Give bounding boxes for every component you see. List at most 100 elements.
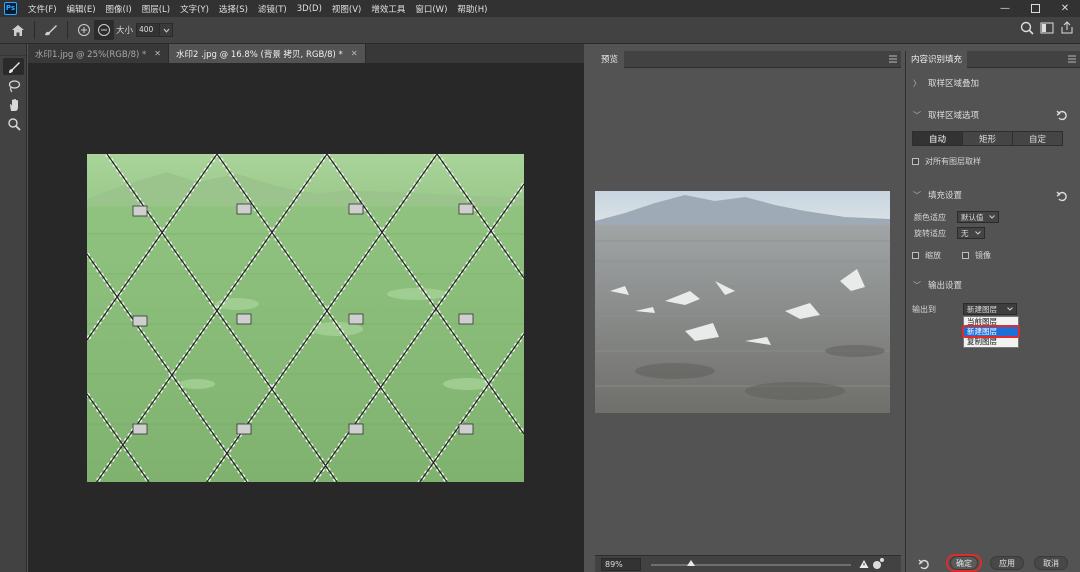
sampling-mode-auto[interactable]: 自动 — [913, 132, 963, 145]
brush-preset-button[interactable] — [41, 20, 61, 40]
zoom-input[interactable]: 89% — [601, 558, 641, 571]
brush-icon — [8, 61, 20, 73]
workspace-icon[interactable] — [1040, 21, 1054, 35]
doc-tab-watermark2[interactable]: 水印2 .jpg @ 16.8% (背景 拷贝, RGB/8) * ✕ — [168, 44, 366, 63]
close-tab-icon[interactable]: ✕ — [154, 49, 161, 58]
photoshop-logo-icon: Ps — [4, 2, 17, 15]
scale-checkbox[interactable] — [912, 252, 919, 259]
sampling-mode-rect[interactable]: 矩形 — [963, 132, 1013, 145]
home-button[interactable] — [8, 20, 28, 40]
rotate-adapt-label: 旋转适应 — [914, 228, 946, 238]
close-window-button[interactable]: ✕ — [1050, 0, 1080, 17]
chevron-down-icon — [1007, 307, 1013, 311]
output-to-dropdown-list: 当前图层 新建图层 复制图层 — [962, 316, 1020, 348]
menu-view[interactable]: 视图(V) — [327, 3, 366, 15]
output-settings-section[interactable]: ﹀ 输出设置 — [906, 279, 962, 292]
add-to-selection-button[interactable] — [74, 20, 94, 40]
menu-layer[interactable]: 图层(L) — [137, 3, 175, 15]
menu-3d[interactable]: 3D(D) — [292, 4, 327, 14]
options-bar: 大小 400 — [0, 17, 1080, 44]
tools-panel — [0, 44, 27, 572]
preview-image[interactable] — [595, 191, 890, 413]
rotate-adapt-select[interactable]: 无 — [957, 227, 985, 239]
size-dropdown[interactable] — [160, 23, 174, 37]
menu-type[interactable]: 文字(Y) — [175, 3, 214, 15]
preview-tab[interactable]: 预览 — [595, 50, 625, 68]
mirror-row[interactable]: 镜像 — [962, 250, 991, 261]
lasso-icon — [8, 79, 20, 92]
share-icon[interactable] — [1060, 21, 1074, 35]
chevron-down-icon: ﹀ — [913, 110, 921, 120]
color-adapt-select[interactable]: 默认值 — [957, 211, 999, 223]
minimize-button[interactable]: — — [990, 0, 1020, 17]
menu-select[interactable]: 选择(S) — [214, 3, 253, 15]
canvas-area[interactable] — [28, 63, 584, 572]
green-overlay-fence-image — [87, 154, 524, 482]
content-aware-fill-panel: 内容识别填充 〉 取样区域叠加 ﹀ 取样区域选项 自动 矩形 自定 对所有图层取… — [905, 50, 1080, 572]
panel-menu-icon[interactable] — [1068, 55, 1076, 63]
menu-edit[interactable]: 编辑(E) — [62, 3, 101, 15]
doc-tab-watermark1[interactable]: 水印1.jpg @ 25%(RGB/8) * ✕ — [28, 44, 169, 63]
color-adapt-label: 颜色适应 — [914, 212, 946, 222]
menu-help[interactable]: 帮助(H) — [452, 3, 492, 15]
reset-fill-icon[interactable] — [1056, 190, 1068, 202]
scale-row[interactable]: 缩放 — [912, 250, 941, 261]
chevron-down-icon: ﹀ — [913, 190, 921, 200]
mudflat-gulls-image — [595, 191, 890, 413]
menu-plugins[interactable]: 增效工具 — [366, 3, 410, 15]
close-tab-icon[interactable]: ✕ — [351, 49, 358, 58]
search-icon[interactable] — [1020, 21, 1034, 35]
chevron-down-icon — [975, 231, 981, 235]
zoom-slider-thumb[interactable] — [687, 560, 695, 566]
size-input[interactable]: 400 — [136, 23, 161, 37]
size-label: 大小 — [116, 26, 134, 36]
reset-sampling-icon[interactable] — [1056, 109, 1068, 121]
sampling-overlay-section[interactable]: 〉 取样区域叠加 — [906, 77, 979, 90]
highlight-annotation — [962, 325, 1020, 338]
cancel-button[interactable]: 取消 — [1034, 556, 1068, 570]
sampling-options-section[interactable]: ﹀ 取样区域选项 — [906, 109, 979, 122]
panel-button-row: 确定 应用 取消 — [906, 554, 1080, 572]
menu-image[interactable]: 图像(I) — [101, 3, 137, 15]
content-aware-fill-tab[interactable]: 内容识别填充 — [906, 50, 968, 68]
preview-panel-header: 预览 — [595, 50, 901, 68]
sampling-brush-tool[interactable] — [3, 58, 24, 75]
preview-panel: 预览 89% — [595, 50, 901, 572]
subtract-from-selection-button[interactable] — [94, 20, 114, 40]
lasso-tool[interactable] — [3, 77, 24, 94]
warning-icon — [859, 560, 869, 568]
menu-file[interactable]: 文件(F) — [23, 3, 62, 15]
chevron-right-icon: 〉 — [913, 78, 921, 88]
preview-footer: 89% — [595, 555, 901, 572]
doc-tab-label: 水印1.jpg @ 25%(RGB/8) * — [35, 49, 147, 60]
menu-window[interactable]: 窗口(W) — [410, 3, 452, 15]
sample-all-layers-checkbox[interactable] — [912, 158, 919, 165]
toolbar-grip[interactable] — [0, 44, 26, 56]
mirror-checkbox[interactable] — [962, 252, 969, 259]
output-option-duplicate-layer[interactable]: 复制图层 — [964, 337, 1018, 347]
home-icon — [12, 24, 24, 36]
hand-icon — [9, 98, 18, 111]
color-adapt-row: 颜色适应 默认值 — [914, 211, 999, 223]
sample-all-layers-row[interactable]: 对所有图层取样 — [912, 156, 981, 167]
zoom-tool[interactable] — [3, 115, 24, 132]
sampling-mode-custom[interactable]: 自定 — [1013, 132, 1062, 145]
zoom-slider[interactable] — [651, 560, 851, 566]
menu-filter[interactable]: 滤镜(T) — [253, 3, 292, 15]
minus-circle-icon — [98, 24, 110, 36]
document-image[interactable] — [87, 154, 524, 482]
output-to-row: 输出到 新建图层 — [912, 303, 1017, 315]
separator — [34, 21, 35, 39]
chevron-down-icon: ﹀ — [913, 280, 921, 290]
panel-menu-icon[interactable] — [889, 55, 897, 63]
reset-all-icon[interactable] — [918, 558, 930, 570]
hand-tool[interactable] — [3, 96, 24, 113]
zoom-view-icon[interactable] — [871, 557, 885, 571]
apply-button[interactable]: 应用 — [990, 556, 1024, 570]
output-to-select[interactable]: 新建图层 — [963, 303, 1017, 315]
brush-icon — [45, 25, 57, 36]
fill-settings-section[interactable]: ﹀ 填充设置 — [906, 189, 962, 202]
panel-header: 内容识别填充 — [906, 50, 1080, 68]
maximize-button[interactable] — [1020, 0, 1050, 17]
doc-tab-label: 水印2 .jpg @ 16.8% (背景 拷贝, RGB/8) * — [175, 49, 343, 60]
